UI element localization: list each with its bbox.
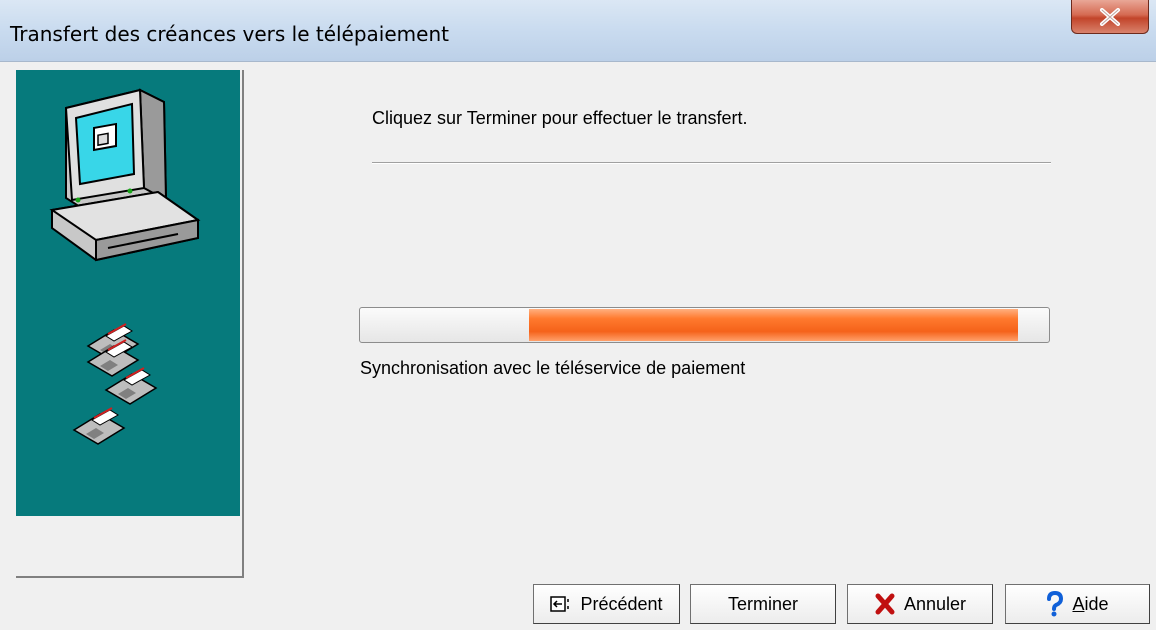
progress-fill (528, 309, 1018, 341)
floppy-disks-icon (72, 323, 158, 445)
separator-line (372, 162, 1051, 164)
previous-button[interactable]: Précédent (533, 584, 680, 624)
progress-status-text: Synchronisation avec le téléservice de p… (360, 358, 746, 378)
help-button[interactable]: Aide (1005, 584, 1150, 624)
wizard-illustration-panel (16, 70, 240, 516)
cancel-button[interactable]: Annuler (847, 584, 993, 624)
cancel-button-label: Annuler (903, 593, 967, 614)
finish-button-label: Terminer (727, 593, 798, 614)
title-bar[interactable]: Transfert des créances vers le télépaiem… (0, 0, 1156, 62)
progress-bar (359, 307, 1050, 343)
window-title: Transfert des créances vers le télépaiem… (10, 22, 449, 46)
close-button[interactable] (1071, 0, 1149, 34)
red-x-icon (875, 593, 895, 615)
finish-button[interactable]: Terminer (690, 584, 836, 624)
help-button-label: Aide (1072, 593, 1109, 614)
computer-icon (49, 88, 201, 262)
question-mark-icon (1047, 591, 1064, 617)
back-arrow-icon (550, 596, 570, 612)
close-icon (1100, 7, 1120, 26)
previous-button-label: Précédent (580, 593, 663, 614)
instruction-text: Cliquez sur Terminer pour effectuer le t… (372, 108, 748, 128)
